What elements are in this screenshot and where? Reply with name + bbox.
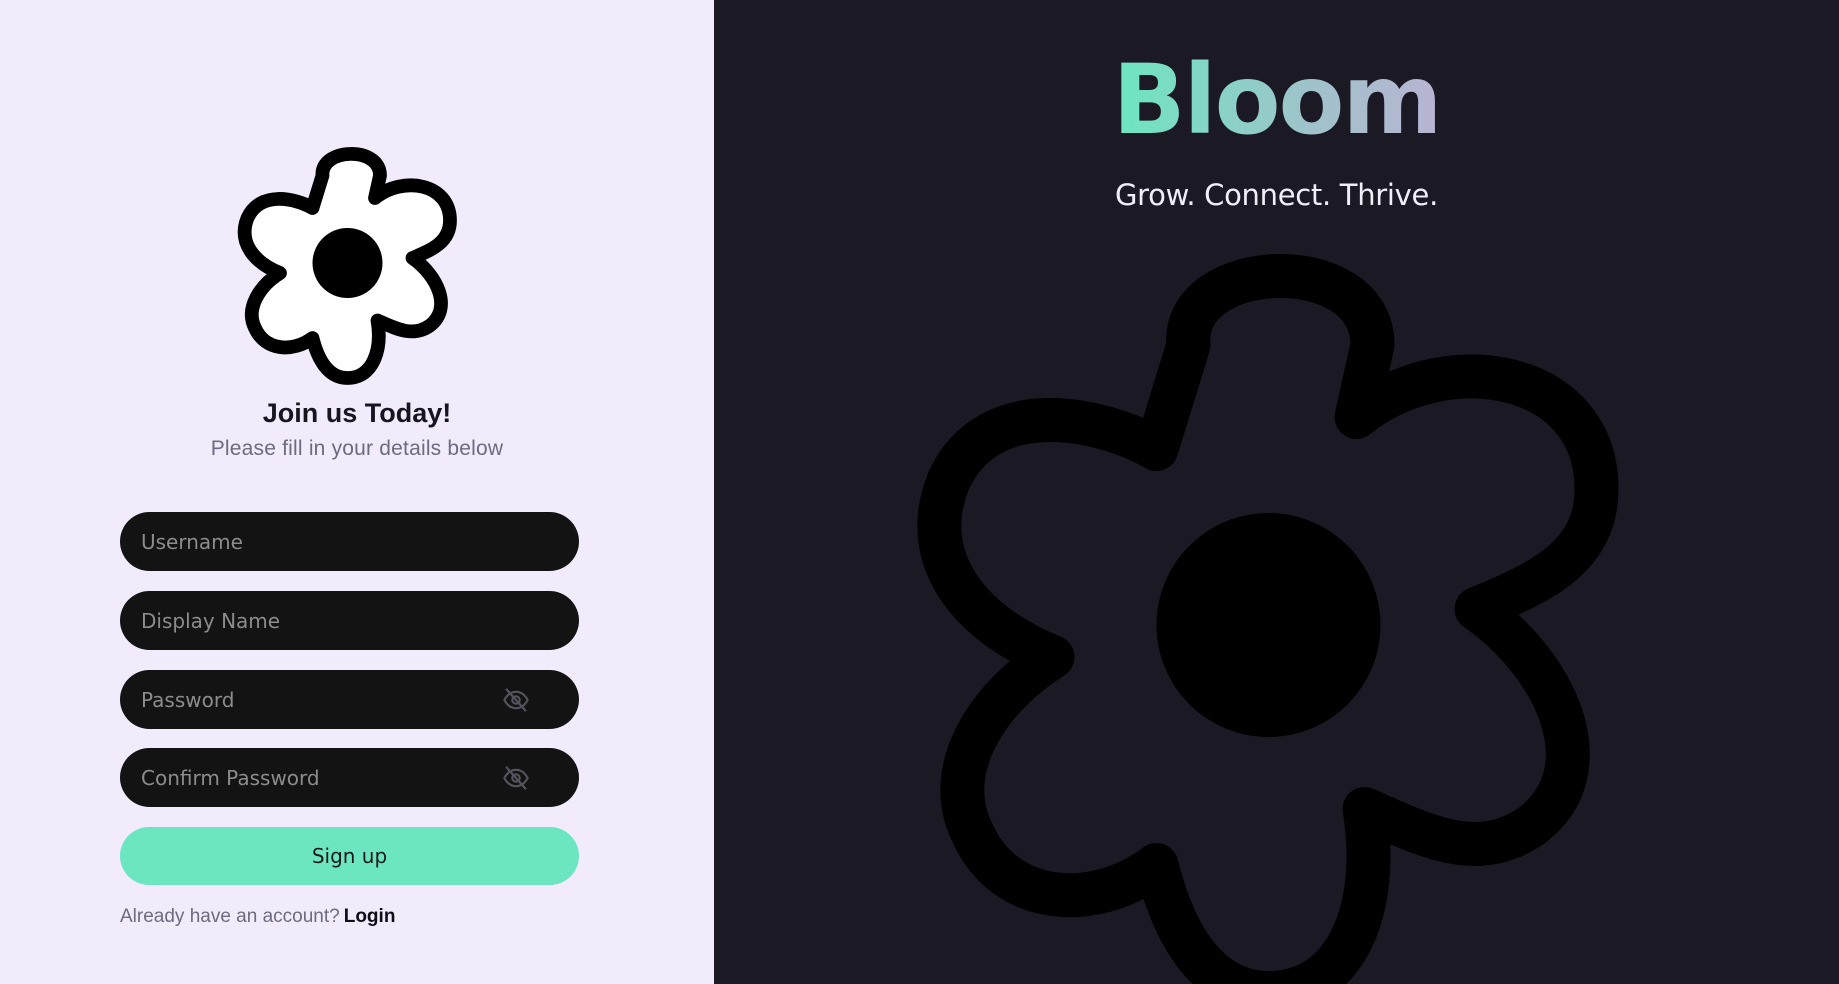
username-field[interactable] xyxy=(120,512,579,571)
tagline: Grow. Connect. Thrive. xyxy=(1114,178,1439,212)
flower-icon xyxy=(864,225,1689,984)
password-input[interactable] xyxy=(141,687,481,712)
eye-off-icon[interactable] xyxy=(501,764,531,792)
display-name-input[interactable] xyxy=(141,608,481,633)
password-field[interactable] xyxy=(120,670,579,729)
display-name-field[interactable] xyxy=(120,591,579,650)
brand-logo: Bloom xyxy=(714,52,1839,148)
login-link[interactable]: Login xyxy=(344,906,396,927)
username-input[interactable] xyxy=(141,529,481,554)
confirm-password-input[interactable] xyxy=(141,765,481,790)
login-prompt-row: Already have an account? Login xyxy=(120,906,395,928)
eye-off-icon[interactable] xyxy=(501,686,531,714)
form-heading: Join us Today! xyxy=(262,398,452,428)
login-prompt-text: Already have an account? xyxy=(120,906,340,927)
brand-wordmark: Bloom xyxy=(1112,44,1442,156)
flower-icon xyxy=(215,138,485,388)
sign-up-button[interactable]: Sign up xyxy=(120,827,579,885)
form-subheading: Please fill in your details below xyxy=(210,437,504,460)
signup-panel: Join us Today! Please fill in your detai… xyxy=(0,0,714,984)
confirm-password-field[interactable] xyxy=(120,748,579,807)
hero-panel: Bloom Grow. Connect. Thrive. xyxy=(714,0,1839,984)
